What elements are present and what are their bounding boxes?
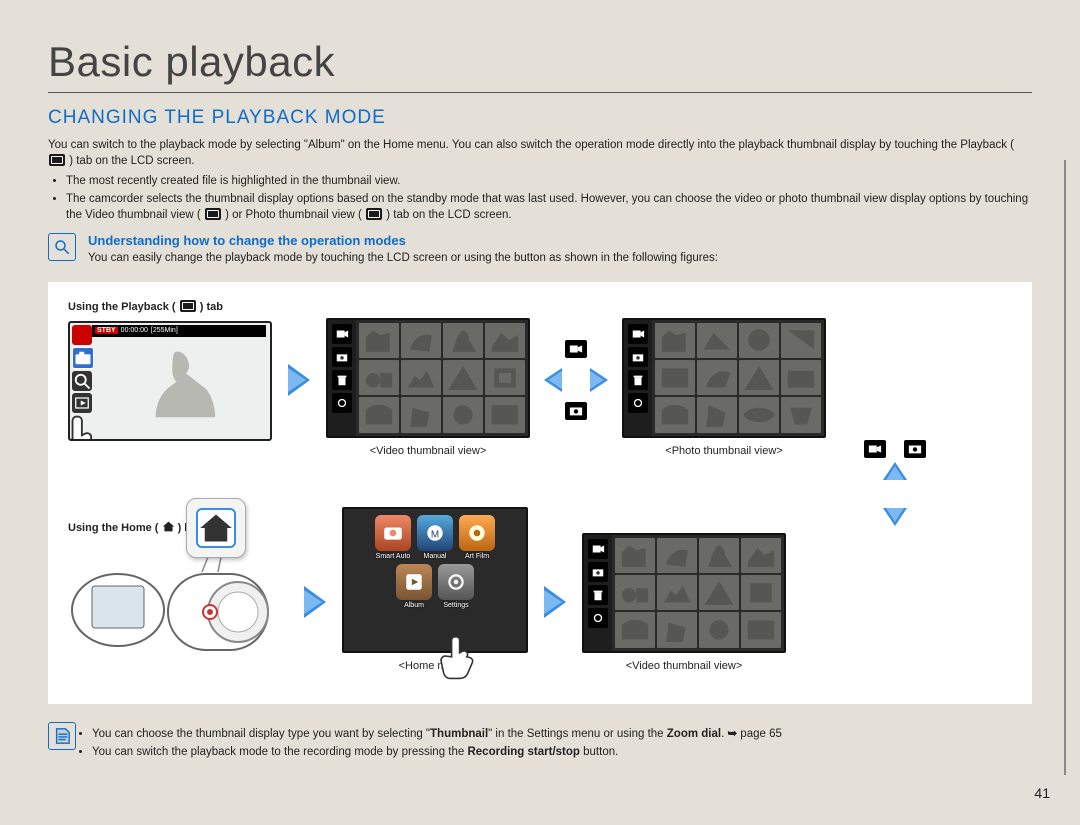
settings-small-icon-3[interactable] <box>588 608 608 628</box>
cap-pt-b: ) tab <box>200 301 223 313</box>
home-button[interactable] <box>196 508 236 548</box>
caption-video-thumb-2: <Video thumbnail view> <box>626 660 743 672</box>
note-2: You can switch the playback mode to the … <box>92 744 782 760</box>
playback-tab-icon-btn[interactable] <box>72 393 92 413</box>
settings-small-icon[interactable] <box>332 393 352 413</box>
video-thumb-grid-2[interactable] <box>612 535 784 651</box>
app-label-3: Album <box>404 602 424 609</box>
zoom-tab-icon[interactable] <box>72 371 92 391</box>
lcd-topbar: STBY 00:00:00 [255Min] <box>92 325 266 337</box>
intro-bullets: The most recently created file is highli… <box>66 173 1032 223</box>
camcorder-illustration <box>68 542 288 672</box>
photo-thumb-grid[interactable] <box>652 320 824 436</box>
photo-thumb-icon <box>366 208 382 220</box>
settings-small-icon-2[interactable] <box>628 393 648 413</box>
app-art-film[interactable] <box>459 515 495 551</box>
app-label-4: Settings <box>443 602 468 609</box>
app-manual[interactable]: M <box>417 515 453 551</box>
page-title: Basic playback <box>48 38 1032 86</box>
photo-mode-icon[interactable] <box>332 347 352 367</box>
video-thumb-icon <box>205 208 221 220</box>
app-smart-auto[interactable] <box>375 515 411 551</box>
app-label-1: Manual <box>424 553 447 560</box>
video-mode-icon-2[interactable] <box>628 324 648 344</box>
bullet-1: The most recently created file is highli… <box>66 173 1032 189</box>
home-button-zoom <box>186 498 246 558</box>
app-album[interactable] <box>396 564 432 600</box>
lcd-preview-image <box>110 341 264 435</box>
lcd-remain: [255Min] <box>151 327 178 334</box>
touch-hand-icon <box>68 411 108 441</box>
arrow-up-down-icon <box>879 462 911 526</box>
app-label-0: Smart Auto <box>376 553 411 560</box>
photo-mode-icon-3[interactable] <box>588 562 608 582</box>
mini-video-icon <box>565 340 587 358</box>
bullet-2: The camcorder selects the thumbnail disp… <box>66 191 1032 223</box>
video-mode-icon-3[interactable] <box>588 539 608 559</box>
app-label-2: Art Film <box>465 553 489 560</box>
bullet-2c: ) tab on the LCD screen. <box>386 209 511 221</box>
svg-text:M: M <box>431 529 439 540</box>
photo-thumbnail-screen <box>622 318 826 438</box>
delete-icon-2[interactable] <box>628 370 648 390</box>
mini-photo-icon-2 <box>904 440 926 458</box>
caption-playback-tab: Using the Playback ( ) tab <box>68 300 223 313</box>
arrow-right-icon-3 <box>542 582 568 622</box>
mini-photo-icon <box>565 402 587 420</box>
playback-tab-icon-small <box>180 300 196 312</box>
note-1: You can choose the thumbnail display typ… <box>92 726 782 742</box>
video-mode-icon[interactable] <box>332 324 352 344</box>
delete-icon[interactable] <box>332 370 352 390</box>
mini-video-icon-2 <box>864 440 886 458</box>
sub-body: You can easily change the playback mode … <box>88 250 718 266</box>
lcd-time: 00:00:00 <box>121 327 148 334</box>
home-glyph-icon <box>162 520 175 533</box>
stby-indicator: STBY <box>95 327 118 334</box>
section-heading: CHANGING THE PLAYBACK MODE <box>48 107 1032 129</box>
cap-pt-a: Using the Playback ( <box>68 301 176 313</box>
camera-tab-icon[interactable] <box>72 347 94 369</box>
arrow-right-icon-2 <box>302 582 328 622</box>
page-number: 41 <box>1034 785 1050 801</box>
diagram-panel: Using the Playback ( ) tab STBY 00:00:00… <box>48 282 1032 704</box>
video-thumbnail-screen <box>326 318 530 438</box>
playback-tab-icon <box>49 154 65 166</box>
arrow-right-icon <box>286 360 312 400</box>
note-block: You can choose the thumbnail display typ… <box>48 722 1032 768</box>
note-icon <box>48 722 76 750</box>
cap-hm-a: Using the Home ( <box>68 522 158 534</box>
record-tab-icon[interactable] <box>72 325 92 345</box>
bullet-2b: ) or Photo thumbnail view ( <box>225 209 362 221</box>
touch-hand-icon-2 <box>434 632 482 680</box>
intro-paragraph: You can switch to the playback mode by s… <box>48 137 1032 169</box>
photo-mode-icon-2[interactable] <box>628 347 648 367</box>
delete-icon-3[interactable] <box>588 585 608 605</box>
page-edge-marker <box>1064 160 1066 775</box>
lcd-screen: STBY 00:00:00 [255Min] <box>68 321 272 441</box>
magnifier-icon <box>48 233 76 261</box>
arrow-left-right-icon <box>544 364 608 396</box>
sub-heading: Understanding how to change the operatio… <box>88 233 718 248</box>
app-settings[interactable] <box>438 564 474 600</box>
video-thumbnail-screen-2 <box>582 533 786 653</box>
caption-video-thumb: <Video thumbnail view> <box>370 445 487 457</box>
intro-text-1: You can switch to the playback mode by s… <box>48 139 1014 151</box>
intro-text-2: ) tab on the LCD screen. <box>69 155 194 167</box>
video-thumb-grid[interactable] <box>356 320 528 436</box>
caption-photo-thumb: <Photo thumbnail view> <box>665 445 782 457</box>
title-rule <box>48 92 1032 93</box>
